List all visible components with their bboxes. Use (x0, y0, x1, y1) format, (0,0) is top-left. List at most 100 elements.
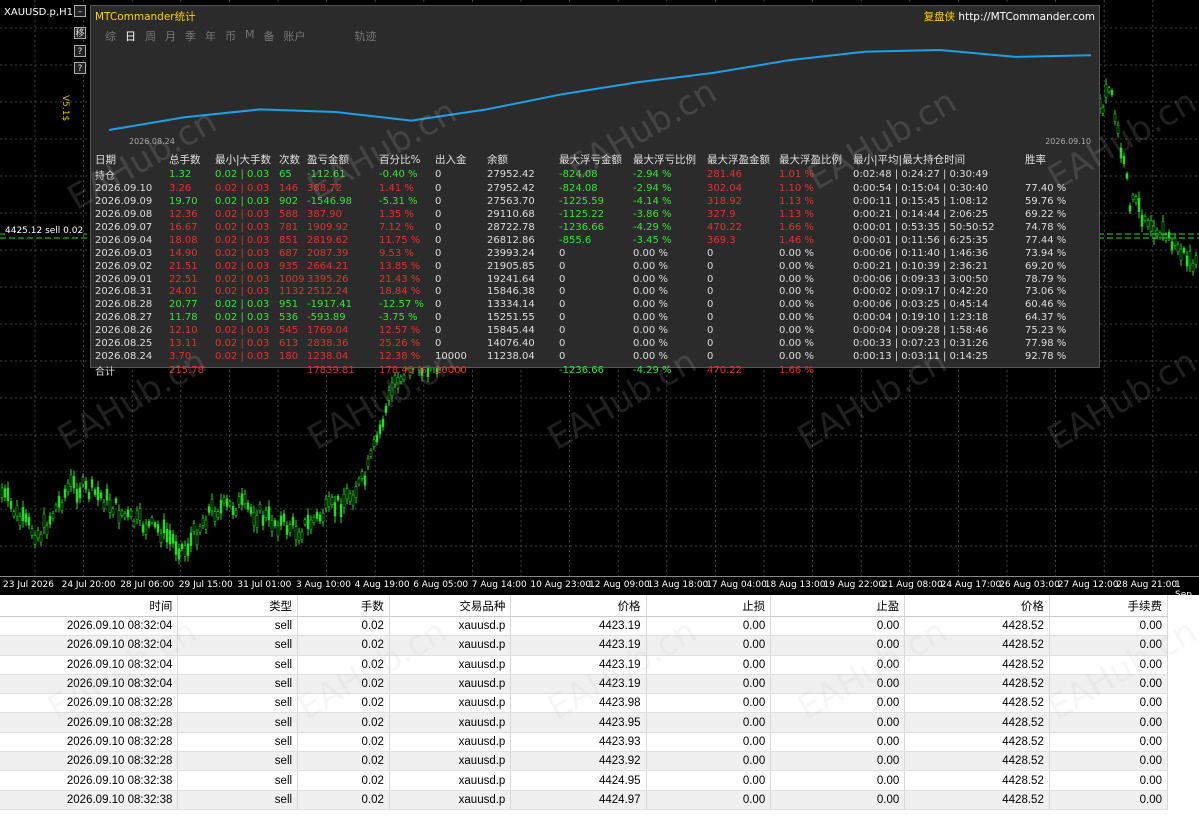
stats-cell: 2512.24 (307, 286, 349, 298)
candle-body (234, 510, 238, 516)
candle-body (378, 424, 382, 435)
stats-cell: 21905.85 (487, 260, 535, 272)
candle-body (51, 513, 55, 520)
candle-body (342, 493, 346, 508)
candle-body (324, 498, 328, 509)
orders-column-header[interactable]: 手数 (297, 595, 390, 617)
candle-body (120, 510, 124, 516)
orders-column-header[interactable]: 止损 (646, 595, 772, 617)
equity-curve-line (108, 48, 1092, 131)
stats-cell: 0:00:01 | 0:11:56 | 6:25:35 (853, 234, 989, 246)
orders-column-header[interactable]: 类型 (177, 595, 299, 617)
order-cell: 4428.52 (904, 770, 1050, 791)
stats-total-cell (215, 363, 279, 378)
stats-cell: -112.61 (307, 169, 346, 180)
orders-column-header[interactable]: 价格 (904, 595, 1050, 617)
order-cell: 2026.09.10 08:32:04 (0, 655, 179, 675)
order-row[interactable]: 2026.09.10 08:32:04 sell 0.02 xauusd.p 4423.… (0, 674, 1169, 695)
symbol-label: XAUUSD.p,H1 (4, 7, 73, 18)
candle-body (354, 486, 358, 499)
candle-body (1176, 244, 1180, 252)
stats-cell: 302.04 (707, 182, 742, 194)
order-row[interactable]: 2026.09.10 08:32:28 sell 0.02 xauusd.p 4423.… (0, 712, 1169, 733)
stats-cell: 28722.78 (487, 221, 535, 233)
candle-body (21, 507, 25, 522)
order-cell: sell (177, 751, 299, 772)
candle-body (387, 390, 391, 401)
time-axis-label: 1 Sep (1175, 580, 1192, 595)
candle-body (168, 530, 172, 545)
candle-body (255, 515, 259, 528)
stats-cell: 0 (559, 325, 566, 337)
candle-body (375, 434, 379, 443)
candle-body (276, 525, 280, 537)
order-cell: 0.00 (1049, 790, 1169, 810)
order-cell: 2026.09.10 08:32:28 (0, 751, 179, 772)
candle-body (1110, 90, 1114, 96)
stats-cell: -855.6 (559, 234, 592, 246)
order-cell: 0.02 (297, 712, 390, 733)
candle-body (1182, 247, 1186, 253)
candle-body (1113, 113, 1117, 122)
order-row[interactable]: 2026.09.10 08:32:38 sell 0.02 xauusd.p 4424.… (0, 770, 1169, 791)
stats-cell: 0 (707, 338, 714, 350)
orders-column-header[interactable]: 止盈 (770, 595, 906, 617)
order-row[interactable]: 2026.09.10 08:32:28 sell 0.02 xauusd.p 4423.… (0, 732, 1169, 753)
stats-row: 2026.09.03 14.90 0.02 | 0.03 687 2087.39 9.53… (95, 247, 1066, 260)
candle-body (321, 512, 325, 523)
stats-cell: 24.01 (169, 286, 198, 298)
order-row[interactable]: 2026.09.10 08:32:38 sell 0.02 xauusd.p 4424.… (0, 790, 1169, 810)
orders-column-header[interactable]: 手续费 (1049, 595, 1169, 617)
candle-body (195, 534, 199, 546)
candle-body (285, 525, 289, 535)
candle-body (369, 450, 373, 457)
stats-cell: 15846.38 (487, 286, 535, 298)
minimize-button[interactable]: – (74, 5, 86, 17)
order-cell: 0.00 (770, 655, 906, 675)
order-row[interactable]: 2026.09.10 08:32:04 sell 0.02 xauusd.p 4423.… (0, 655, 1169, 675)
stats-cell: 2026.09.04 (95, 234, 153, 246)
orders-column-header[interactable]: 交易品种 (389, 595, 512, 617)
order-cell: 4428.52 (904, 751, 1050, 772)
stats-cell: 10000 (435, 351, 467, 363)
candle-body (1158, 232, 1162, 238)
time-axis-label: 27 Aug 12:00 (1057, 580, 1119, 590)
brand-url[interactable]: http://MTCommander.com (958, 11, 1095, 23)
candle-body (294, 526, 298, 541)
candle-body (63, 488, 67, 498)
info-button[interactable]: ? (74, 62, 86, 74)
stats-cell: 9.53 % (379, 247, 414, 259)
stats-cell: 0 (707, 247, 714, 259)
candle-body (297, 531, 301, 541)
candle-body (261, 515, 265, 526)
order-row[interactable]: 2026.09.10 08:32:28 sell 0.02 xauusd.p 4423.… (0, 693, 1169, 714)
order-row[interactable]: 2026.09.10 08:32:04 sell 0.02 xauusd.p 4423.… (0, 616, 1169, 637)
brand-link[interactable]: 复盘侠 http://MTCommander.com (924, 9, 1095, 24)
order-row[interactable]: 2026.09.10 08:32:28 sell 0.02 xauusd.p 4423.… (0, 751, 1169, 772)
stats-cell: 0 (559, 260, 566, 272)
order-row[interactable]: 2026.09.10 08:32:04 sell 0.02 xauusd.p 4423.… (0, 635, 1169, 656)
orders-column-header[interactable]: 时间 (0, 595, 179, 617)
move-button[interactable]: 移 (74, 27, 86, 39)
stats-cell: 0 (435, 299, 442, 311)
order-cell: xauusd.p (389, 635, 512, 656)
stats-row: 2026.08.27 11.78 0.02 | 0.03 536 -593.89 -3.7… (95, 311, 1066, 324)
help-button[interactable]: ? (74, 45, 86, 57)
stats-cell: -4.14 % (633, 195, 672, 207)
stats-cell: 3.70 (169, 351, 192, 363)
candle-body (381, 419, 385, 428)
stats-cell: 0 (435, 234, 442, 246)
order-cell: 0.02 (297, 732, 390, 753)
stats-cell: 0 (435, 325, 442, 337)
stats-total-cell: 1.66 % (779, 365, 814, 377)
order-cell: sell (177, 712, 299, 733)
candle-body (219, 499, 223, 514)
stats-cell: 15845.44 (487, 325, 535, 337)
order-cell: xauusd.p (389, 790, 512, 810)
orders-column-header[interactable]: 价格 (510, 595, 647, 617)
stats-cell: 2026.08.31 (95, 286, 153, 298)
stats-row: 2026.08.26 12.10 0.02 | 0.03 545 1769.04 12.5… (95, 324, 1066, 337)
time-axis-label: 17 Aug 04:00 (706, 580, 767, 590)
stats-cell: 20.77 (169, 299, 198, 311)
order-cell: sell (177, 635, 299, 656)
